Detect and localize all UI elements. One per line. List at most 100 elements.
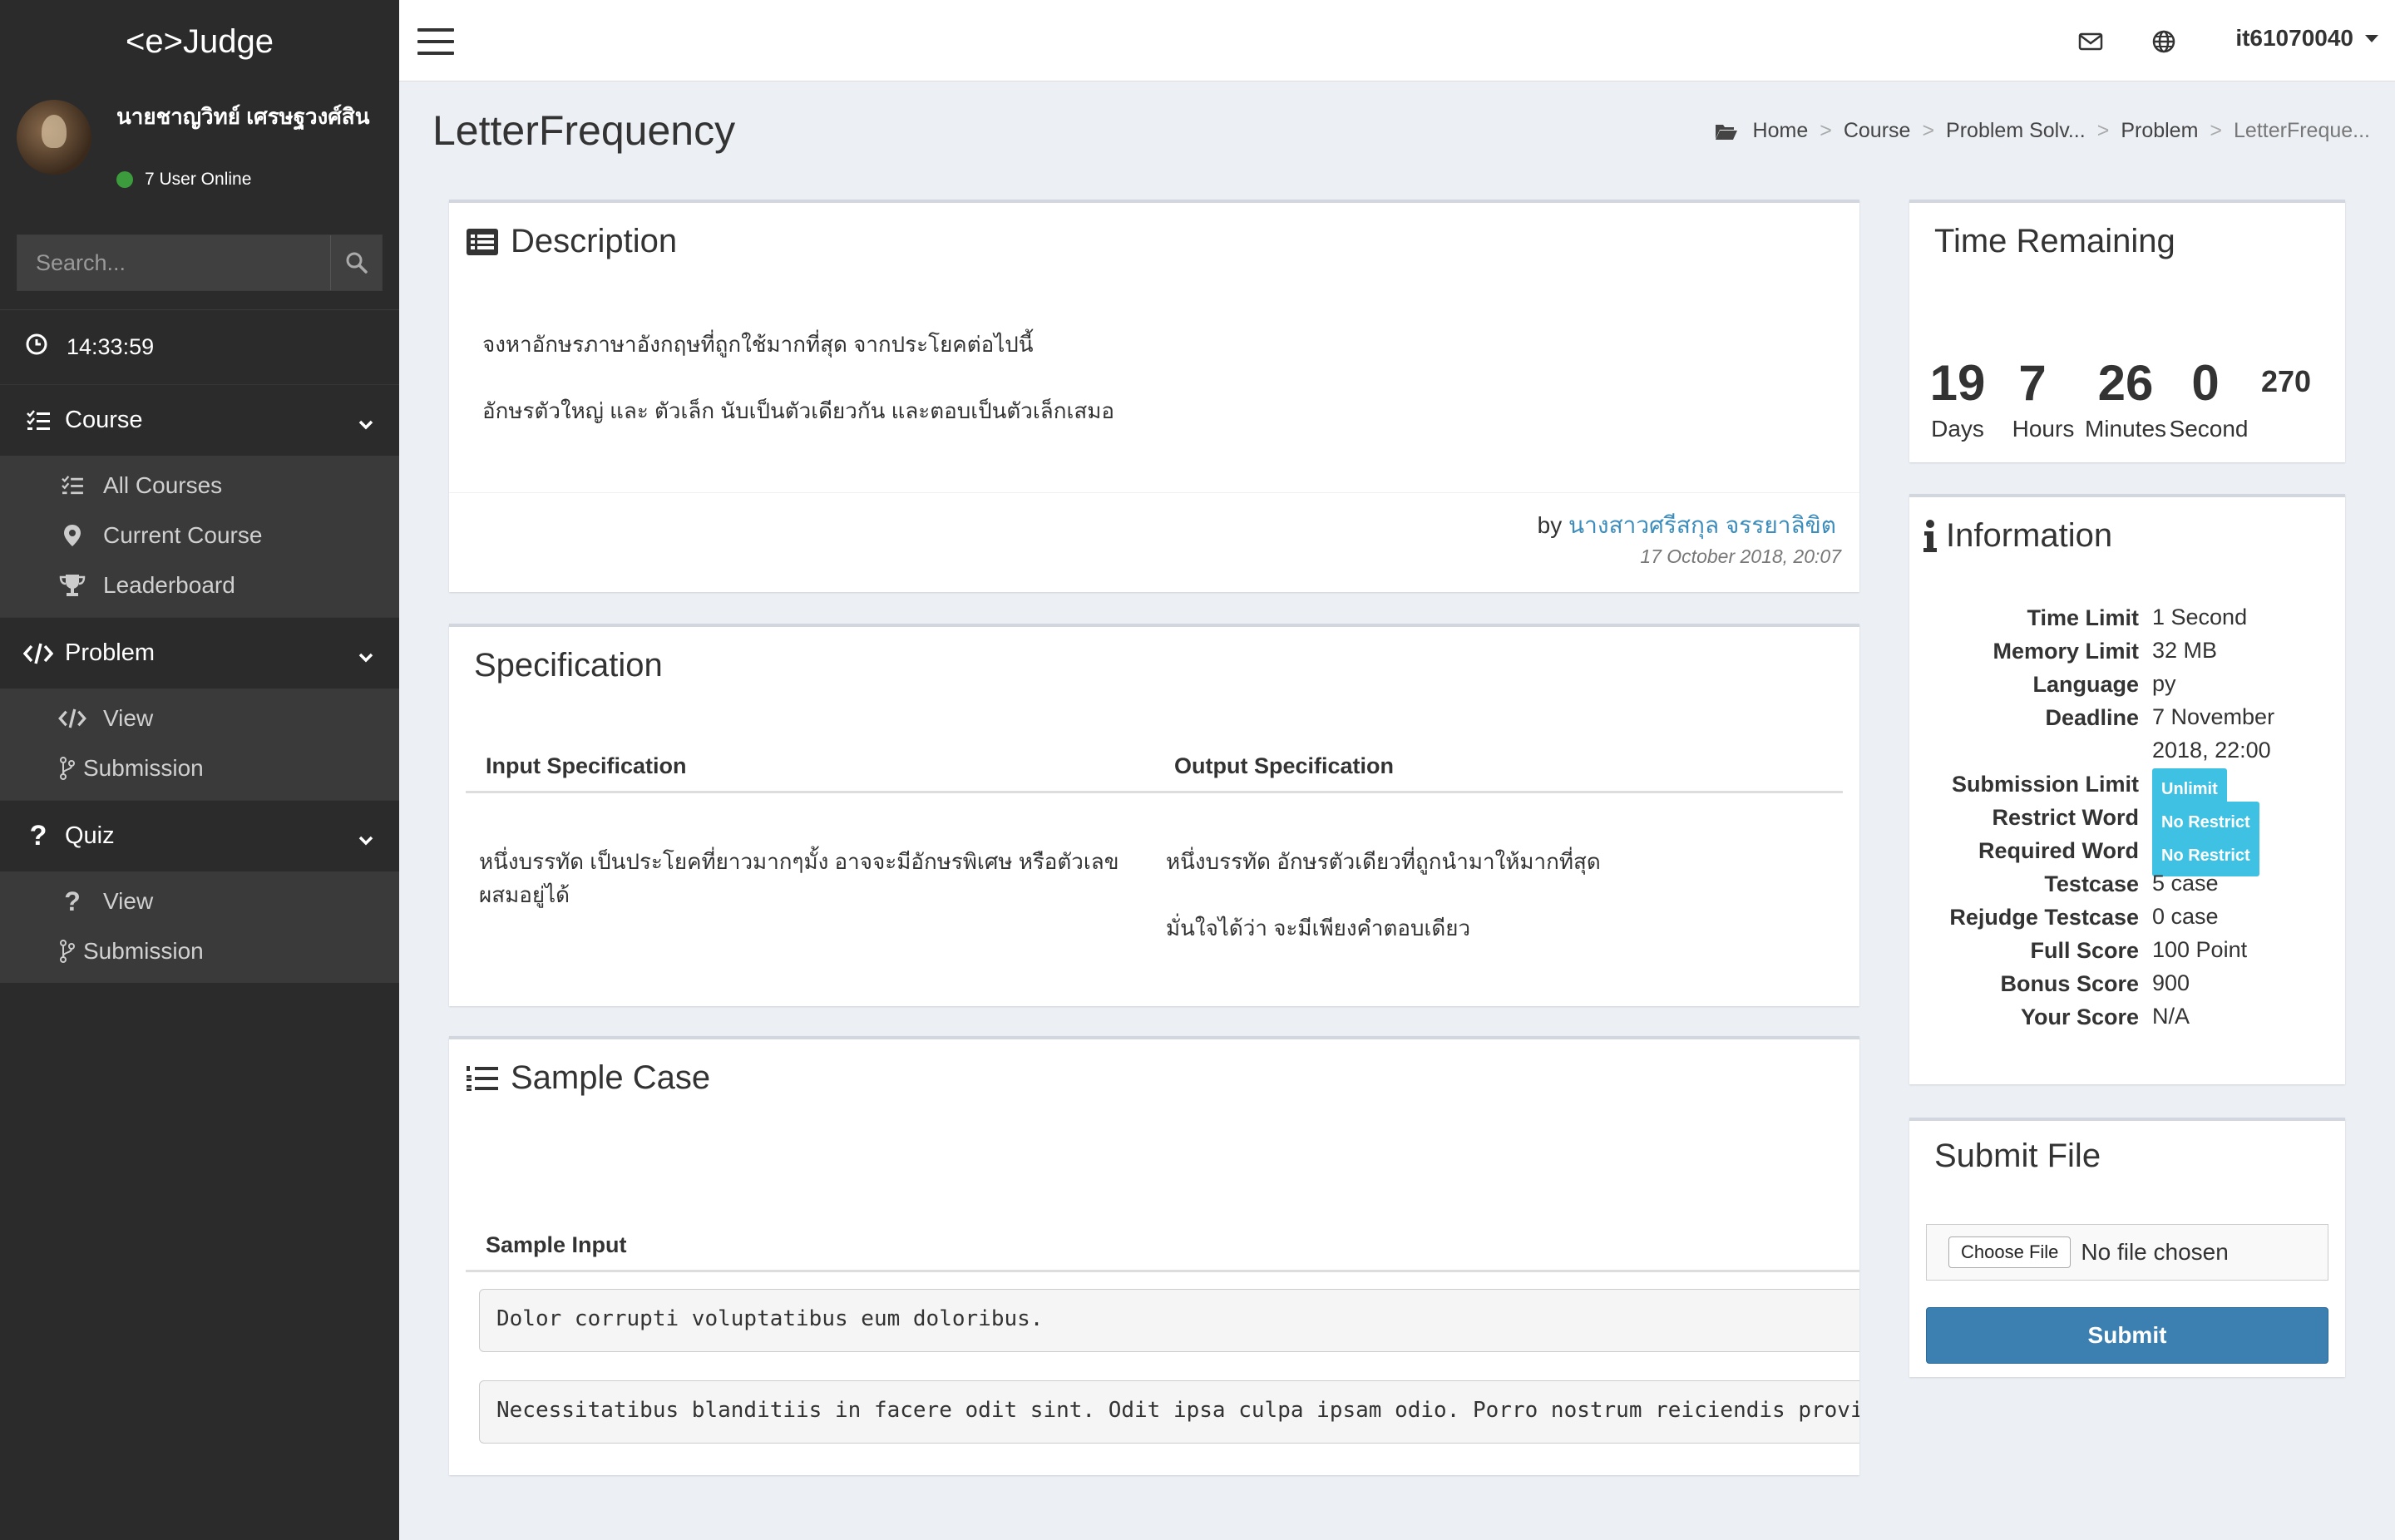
sidebar-item-leaderboard[interactable]: Leaderboard	[3, 560, 399, 610]
info-key: Time Limit	[2027, 605, 2139, 630]
user-name: นายชาญวิทย์ เศรษฐวงศ์สิน	[116, 104, 370, 129]
current-course-label: Current Course	[103, 522, 263, 548]
envelope-icon[interactable]	[2074, 25, 2107, 58]
description-title: Description	[466, 223, 677, 260]
input-spec-header: Input Specification	[486, 753, 687, 778]
code-icon	[58, 708, 86, 728]
time-remaining-heading: Time Remaining	[1934, 223, 2175, 259]
code-branch-icon	[58, 757, 77, 780]
sidebar-item-all-courses[interactable]: All Courses	[3, 461, 399, 511]
information-title: Information	[1923, 517, 2112, 555]
hours-label: Hours	[2012, 416, 2075, 442]
sidebar-item-current-course[interactable]: Current Course	[3, 511, 399, 560]
sidebar-item-problem[interactable]: Problem	[0, 617, 399, 689]
quiz-submenu: ? View Submission	[0, 871, 399, 983]
days-label: Days	[1931, 416, 1984, 442]
info-bonus-score: Bonus Score 900	[1909, 970, 2342, 1004]
menu-toggle-icon[interactable]	[416, 25, 456, 58]
breadcrumb-problem[interactable]: Problem	[2121, 119, 2198, 143]
submit-file-box: Submit File Choose File No file chosen S…	[1909, 1118, 2345, 1377]
info-key: Language	[2032, 672, 2139, 697]
seconds-label: Second	[2169, 416, 2249, 442]
info-full-score: Full Score 100 Point	[1909, 937, 2342, 971]
file-input[interactable]: Choose File No file chosen	[1926, 1224, 2328, 1281]
sample-case-heading: Sample Case	[511, 1059, 711, 1096]
globe-icon[interactable]	[2147, 25, 2180, 58]
output-spec-line-2: มั่นใจได้ว่า จะมีเพียงคำตอบเดียว	[1166, 916, 1471, 940]
by-prefix: by	[1537, 512, 1563, 538]
info-key: Testcase	[2044, 871, 2139, 896]
info-submission-limit: Submission Limit Unlimit	[1909, 768, 2342, 810]
info-value: 32 MB	[2152, 638, 2218, 663]
timer-milliseconds: 270	[2260, 364, 2312, 398]
description-heading: Description	[511, 223, 678, 259]
output-spec-header: Output Specification	[1174, 753, 1395, 778]
author-line: by นางสาวศรีสกุล จรรยาลิขิต	[1538, 507, 1836, 544]
app-logo[interactable]: <e>Judge	[0, 0, 399, 83]
breadcrumb-problem-solving[interactable]: Problem Solv...	[1946, 119, 2086, 143]
breadcrumb-current: LetterFreque...	[2234, 119, 2370, 142]
course-submenu: All Courses Current Course Leaderboard	[0, 456, 399, 617]
sample-case-title: Sample Case	[466, 1059, 710, 1097]
user-panel: นายชาญวิทย์ เศรษฐวงศ์สิน 7 User Online	[0, 83, 399, 200]
output-spec-line-1: หนึ่งบรรทัด อักษรตัวเดียวที่ถูกนำมาให้มา…	[1166, 849, 1601, 874]
problem-view-label: View	[103, 705, 154, 731]
clock-time: 14:33:59	[67, 334, 155, 359]
info-value: 100 Point	[2152, 937, 2248, 962]
breadcrumb: Home > Course > Problem Solv... > Proble…	[1715, 119, 2370, 143]
online-status: 7 User Online	[116, 170, 251, 190]
timer-hours: 7	[2018, 355, 2047, 411]
sidebar-item-quiz-view[interactable]: ? View	[3, 876, 399, 926]
course-label: Course	[65, 407, 143, 433]
sidebar-item-quiz[interactable]: ? Quiz	[0, 800, 399, 871]
info-key: Your Score	[2020, 1004, 2139, 1029]
sidebar-item-problem-view[interactable]: View	[3, 693, 399, 743]
clock-icon	[25, 333, 48, 362]
info-language: Language py	[1909, 671, 2342, 705]
trophy-icon	[58, 574, 86, 597]
sample-input-1: Dolor corrupti voluptatibus eum doloribu…	[479, 1289, 1859, 1352]
username: it61070040	[2235, 25, 2353, 51]
list-ol-icon	[466, 1064, 499, 1093]
breadcrumb-course[interactable]: Course	[1844, 119, 1911, 143]
timer-seconds: 0	[2191, 355, 2220, 411]
search-input[interactable]	[17, 235, 330, 290]
chevron-down-icon	[358, 826, 374, 853]
user-menu[interactable]: it61070040	[2235, 25, 2378, 52]
sidebar-menu: Course All Courses Current Course Leader…	[0, 384, 399, 983]
submit-button[interactable]: Submit	[1926, 1307, 2328, 1364]
sidebar-item-problem-submission[interactable]: Submission	[3, 743, 399, 793]
author-link[interactable]: นางสาวศรีสกุล จรรยาลิขิต	[1568, 512, 1836, 538]
info-key: Memory Limit	[1993, 639, 2139, 664]
list-check-icon	[23, 409, 53, 432]
problem-label: Problem	[65, 639, 155, 666]
description-line-1: จงหาอักษรภาษาอังกฤษที่ถูกใช้มากที่สุด จา…	[482, 332, 1034, 357]
info-key: Rejudge Testcase	[1949, 905, 2139, 930]
breadcrumb-home[interactable]: Home	[1753, 119, 1809, 143]
online-count: 7 User Online	[145, 170, 252, 189]
info-key: Submission Limit	[1951, 772, 2139, 797]
sidebar-item-quiz-submission[interactable]: Submission	[3, 926, 399, 976]
code-icon	[23, 643, 53, 664]
specification-table-header: Input Specification Output Specification	[466, 743, 1843, 793]
sidebar-item-course[interactable]: Course	[0, 384, 399, 456]
description-box: Description จงหาอักษรภาษาอังกฤษที่ถูกใช้…	[449, 200, 1859, 592]
choose-file-button[interactable]: Choose File	[1948, 1236, 2072, 1268]
created-date: 17 October 2018, 20:07	[1640, 545, 1841, 567]
specification-box: Specification Input Specification Output…	[449, 624, 1859, 1006]
problem-submenu: View Submission	[0, 689, 399, 800]
description-line-2: อักษรตัวใหญ่ และ ตัวเล็ก นับเป็นตัวเดียว…	[482, 398, 1114, 423]
minutes-label: Minutes	[2084, 416, 2167, 442]
timer-days: 19	[1929, 355, 1986, 411]
problem-submission-label: Submission	[83, 755, 204, 781]
sample-table-header: Sample Input	[466, 1222, 1859, 1272]
all-courses-label: All Courses	[103, 472, 223, 498]
info-required-word: Required Word No Restrict	[1909, 835, 2342, 876]
search-button[interactable]	[330, 235, 382, 290]
code-branch-icon	[58, 940, 77, 963]
topbar: it61070040	[399, 0, 2395, 81]
specification-heading: Specification	[474, 647, 663, 684]
info-value: 900	[2152, 970, 2190, 995]
sample-input-2: Necessitatibus blanditiis in facere odit…	[479, 1380, 1859, 1444]
info-rejudge-testcase: Rejudge Testcase 0 case	[1909, 904, 2342, 938]
